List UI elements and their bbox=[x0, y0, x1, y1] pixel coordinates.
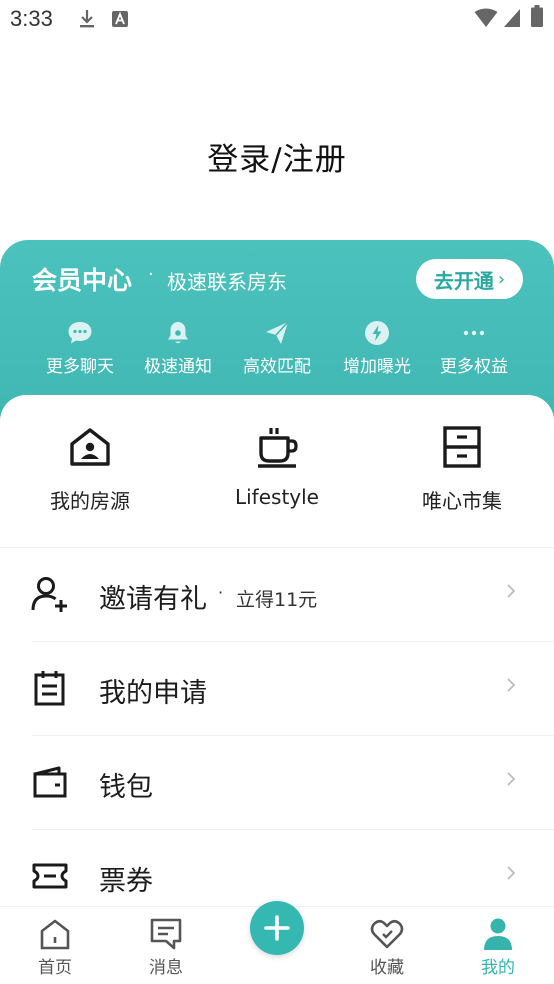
perk-efficient-match[interactable]: 高效匹配 bbox=[228, 320, 326, 377]
activate-membership-button[interactable]: 去开通 › bbox=[416, 259, 523, 299]
tab-favorites[interactable]: 收藏 bbox=[347, 917, 427, 978]
login-register-link[interactable]: 登录/注册 bbox=[0, 134, 554, 179]
membership-separator: · bbox=[148, 264, 154, 285]
main-panel: 我的房源 Lifestyle 唯心市集 邀请有礼 · 立得11元 我的申请 钱包… bbox=[0, 395, 554, 915]
chat-bubble-icon bbox=[68, 322, 92, 344]
membership-subtitle: 极速联系房东 bbox=[167, 270, 287, 294]
tab-label: 消息 bbox=[149, 958, 183, 978]
grid-market[interactable]: 唯心市集 bbox=[382, 425, 542, 514]
menu-extra: 立得11元 bbox=[236, 589, 318, 611]
grid-label: 唯心市集 bbox=[422, 489, 502, 513]
chevron-right-icon bbox=[507, 584, 516, 598]
profile-icon bbox=[484, 918, 512, 950]
lightning-icon bbox=[365, 321, 389, 345]
perk-more-chat[interactable]: 更多聊天 bbox=[31, 320, 129, 377]
a-notification-icon bbox=[112, 11, 128, 27]
bell-icon bbox=[168, 322, 188, 344]
home-icon bbox=[40, 919, 70, 950]
chevron-right-icon bbox=[507, 678, 516, 692]
status-time: 3:33 bbox=[10, 6, 53, 31]
house-person-icon bbox=[70, 428, 110, 466]
tab-label: 收藏 bbox=[370, 958, 404, 978]
message-icon bbox=[150, 918, 182, 950]
tab-home[interactable]: 首页 bbox=[15, 917, 95, 978]
menu-label: 钱包 bbox=[99, 772, 153, 803]
menu-invite[interactable]: 邀请有礼 · 立得11元 bbox=[0, 547, 554, 641]
wifi-icon bbox=[474, 8, 498, 27]
battery-icon bbox=[531, 5, 543, 27]
tab-messages[interactable]: 消息 bbox=[126, 917, 206, 978]
menu-wallet[interactable]: 钱包 bbox=[0, 735, 554, 829]
membership-title: 会员中心 bbox=[32, 266, 133, 295]
menu-label: 邀请有礼 bbox=[99, 584, 207, 615]
perk-label: 极速通知 bbox=[144, 357, 212, 377]
coffee-cup-icon bbox=[258, 428, 298, 468]
chevron-right-icon bbox=[507, 772, 516, 786]
chevron-right-icon bbox=[507, 866, 516, 880]
menu-label: 我的申请 bbox=[99, 678, 207, 709]
clipboard-icon bbox=[34, 671, 65, 706]
menu-my-applications[interactable]: 我的申请 bbox=[0, 641, 554, 735]
grid-my-listings[interactable]: 我的房源 bbox=[10, 425, 170, 514]
status-bar: 3:33 bbox=[0, 0, 554, 38]
add-post-button[interactable] bbox=[250, 901, 304, 955]
perk-label: 更多权益 bbox=[440, 357, 508, 377]
tab-label: 我的 bbox=[481, 958, 515, 978]
perk-more-benefits[interactable]: 更多权益 bbox=[425, 320, 523, 377]
grid-label: 我的房源 bbox=[50, 489, 130, 513]
paper-plane-icon bbox=[266, 321, 289, 344]
signal-icon bbox=[504, 9, 520, 27]
add-user-icon bbox=[31, 577, 67, 612]
perk-fast-notify[interactable]: 极速通知 bbox=[129, 320, 227, 377]
chevron-right-icon: › bbox=[497, 268, 506, 290]
tab-profile[interactable]: 我的 bbox=[458, 917, 538, 978]
perk-more-exposure[interactable]: 增加曝光 bbox=[328, 320, 426, 377]
perk-label: 增加曝光 bbox=[343, 357, 411, 377]
more-dots-icon bbox=[463, 330, 485, 336]
ticket-icon bbox=[32, 863, 68, 889]
perk-label: 高效匹配 bbox=[243, 357, 311, 377]
plus-icon bbox=[264, 915, 290, 941]
heart-icon bbox=[370, 919, 404, 949]
bottom-tab-bar: 首页 消息 收藏 我的 bbox=[0, 901, 554, 984]
grid-lifestyle[interactable]: Lifestyle bbox=[197, 425, 357, 509]
grid-label: Lifestyle bbox=[234, 485, 319, 509]
menu-label: 票券 bbox=[99, 866, 153, 897]
menu-separator: · bbox=[218, 583, 224, 602]
wallet-icon bbox=[33, 766, 67, 798]
cabinet-icon bbox=[443, 426, 481, 468]
download-icon bbox=[80, 10, 94, 28]
tab-label: 首页 bbox=[38, 958, 72, 978]
activate-button-label: 去开通 bbox=[433, 268, 494, 293]
perk-label: 更多聊天 bbox=[46, 357, 114, 377]
